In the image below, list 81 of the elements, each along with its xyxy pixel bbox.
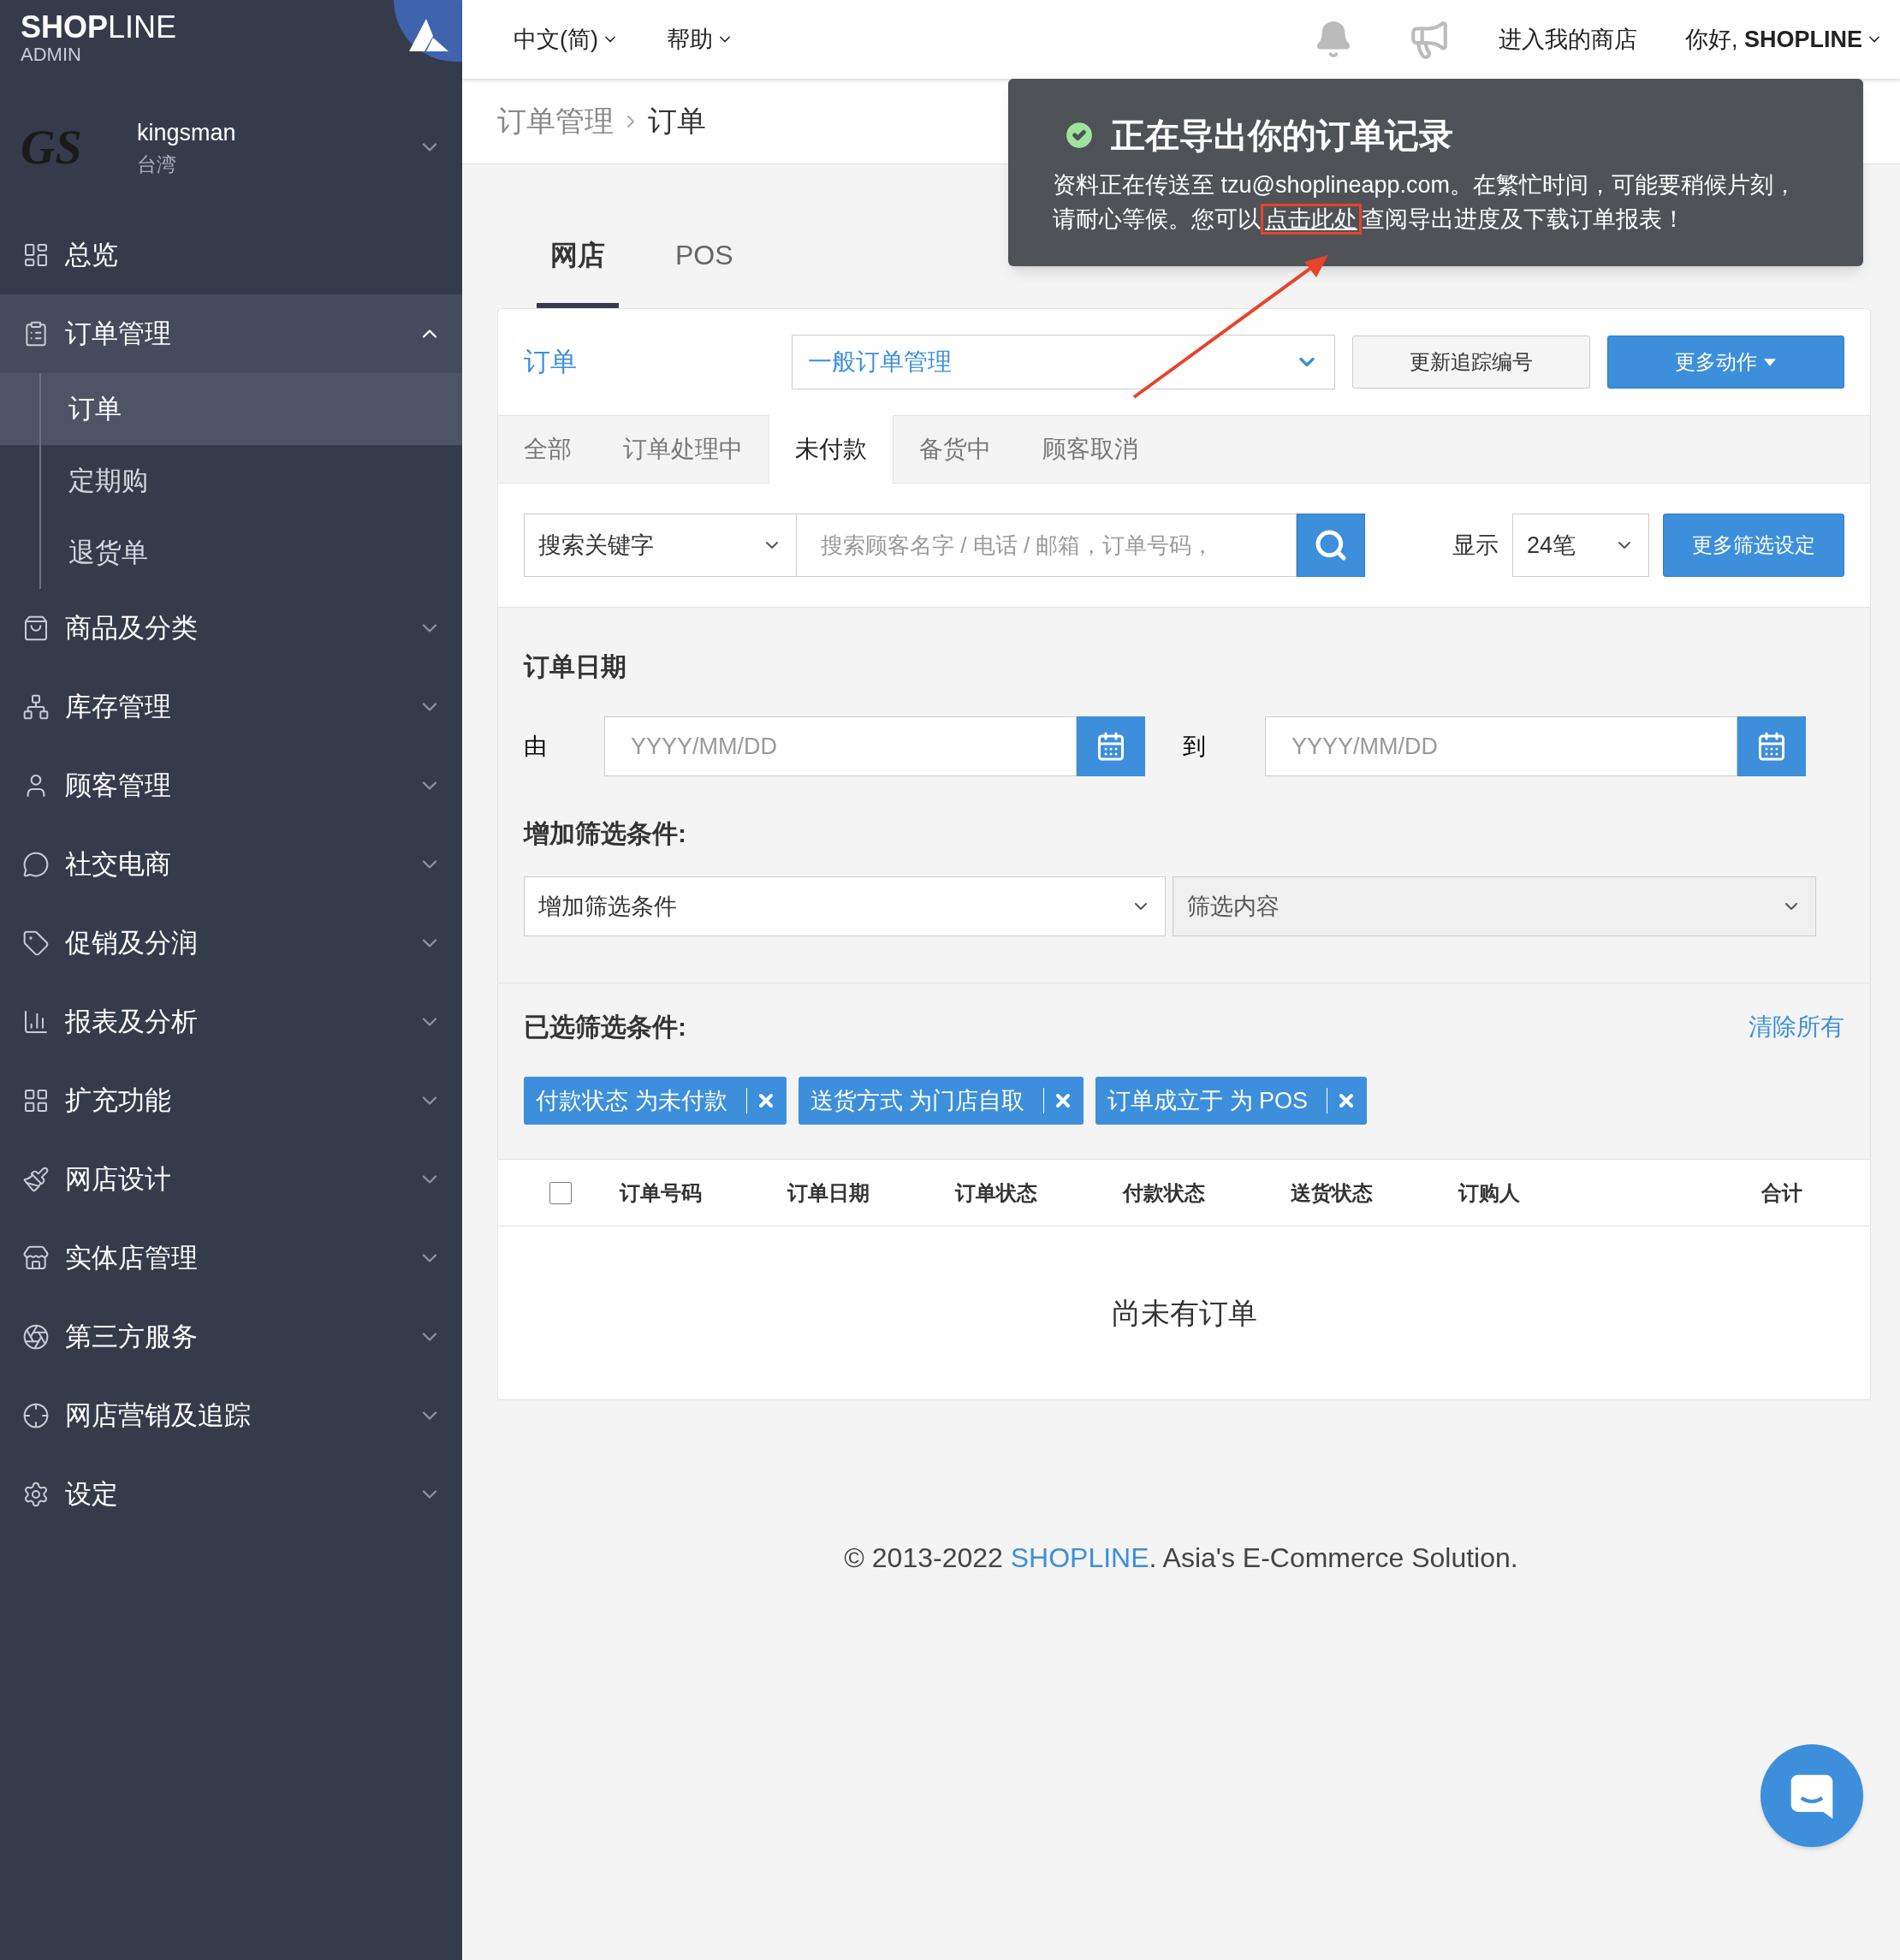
target-icon [22,1402,50,1429]
sidebar-subitem[interactable]: 订单 [0,373,462,445]
per-page-select[interactable]: 24笔 [1512,514,1649,577]
store-link[interactable]: 进入我的商店 [1498,21,1637,57]
store-region: 台湾 [137,152,177,177]
sidebar-item[interactable]: 订单管理 [0,294,462,373]
calendar-button[interactable] [1077,716,1145,776]
mountain-icon [409,19,448,53]
export-link[interactable]: 点击此处 [1261,204,1362,235]
brand-subtitle: ADMIN [21,43,82,67]
sidebar-item[interactable]: 社交电商 [0,825,462,904]
account-menu[interactable]: 你好, SHOPLINE [1684,21,1883,57]
column-header: 送货状态 [1291,1179,1374,1206]
column-header: 订单日期 [787,1179,870,1206]
search-field-select[interactable]: 搜索关键字 [524,514,797,577]
calendar-icon [1756,731,1787,762]
display-label: 显示 [1452,531,1499,560]
search-icon [1314,528,1348,562]
column-header: 订购人 [1458,1179,1521,1206]
footer-text: © 2013-2022 SHOPLINE. Asia's E-Commerce Solution. [844,1542,1518,1573]
settings-icon [22,1481,50,1508]
chart-icon [22,1008,50,1036]
section-title: 订单日期 [524,651,627,682]
section-title: 已选筛选条件: [524,1012,687,1042]
status-tab[interactable]: 顾客取消 [1017,415,1164,484]
sidebar-item[interactable]: 实体店管理 [0,1219,462,1298]
calendar-button[interactable] [1737,716,1806,776]
toast-message: 资料正在传送至 tzu@shoplineapp.com。在繁忙时间，可能要稍候片刻，请耐心等候。您可以 点击此处 查阅导出进度及下载订单报表！ [1053,168,1810,236]
date-field[interactable]: YYYY/MM/DD [1265,716,1737,776]
search-input[interactable]: 搜索顾客名字 / 电话 / 邮箱，订单号码， [797,514,1297,577]
status-tab[interactable]: 订单处理中 [597,415,769,484]
aperture-icon [22,1323,50,1351]
sidebar-item[interactable]: 设定 [0,1455,462,1534]
caret-icon [1764,358,1777,366]
column-header: 订单号码 [620,1179,703,1206]
sidebar-item[interactable]: 顾客管理 [0,746,462,825]
tag-icon [22,930,50,957]
sidebar-item[interactable]: 商品及分类 [0,589,462,668]
network-icon [22,693,50,721]
date-field[interactable]: YYYY/MM/DD [604,716,1077,776]
status-tab[interactable]: 全部 [498,415,597,484]
sidebar-item[interactable]: 网店营销及追踪 [0,1376,462,1455]
sidebar-item[interactable]: 促销及分润 [0,904,462,983]
select-all-checkbox[interactable] [549,1181,572,1204]
section-title: 增加筛选条件: [524,818,687,849]
status-tab[interactable]: 未付款 [769,415,894,484]
status-tab[interactable]: 备货中 [894,415,1017,484]
card-title: 订单 [524,345,578,378]
search-button[interactable] [1297,514,1365,577]
filter-condition-select[interactable]: 增加筛选条件 [524,876,1166,936]
brush-icon [22,1166,50,1193]
sidebar-item[interactable]: 库存管理 [0,668,462,746]
chat-icon [1789,1773,1835,1819]
calendar-icon [1095,731,1126,762]
sidebar-item[interactable]: 扩充功能 [0,1061,462,1140]
brand-logo: SHOPLINE [21,9,177,45]
update-tracking-button[interactable]: 更新追踪编号 [1352,336,1590,389]
sidebar-item[interactable]: 总览 [0,216,462,294]
sidebar-item[interactable]: 网店设计 [0,1140,462,1219]
breadcrumb-link[interactable]: 订单管理 [497,99,614,143]
column-header: 付款状态 [1123,1179,1206,1206]
channel-tab[interactable]: POS [662,207,747,308]
toast-title: 正在导出你的订单记录 [1111,116,1453,156]
chat-icon [22,851,50,878]
column-header: 订单状态 [955,1179,1038,1206]
sidebar-item[interactable]: 第三方服务 [0,1298,462,1376]
layout-icon [22,241,50,269]
bag-icon [22,615,50,642]
column-header: 合计 [1761,1179,1802,1206]
sidebar-item[interactable]: 报表及分析 [0,983,462,1061]
help-menu[interactable]: 帮助 [667,21,733,57]
to-label: 到 [1183,732,1207,761]
language-menu[interactable]: 中文(简) [514,21,619,57]
grid-icon [22,1087,50,1114]
from-label: 由 [524,732,548,761]
breadcrumb-link[interactable]: 订单 [648,99,706,143]
empty-message: 尚未有订单 [1111,1295,1257,1331]
sidebar-subitem[interactable]: 定期购 [0,445,462,517]
sidebar-subitem[interactable]: 退货单 [0,517,462,589]
store-name: kingsman [137,118,237,147]
store-icon [22,1244,50,1272]
